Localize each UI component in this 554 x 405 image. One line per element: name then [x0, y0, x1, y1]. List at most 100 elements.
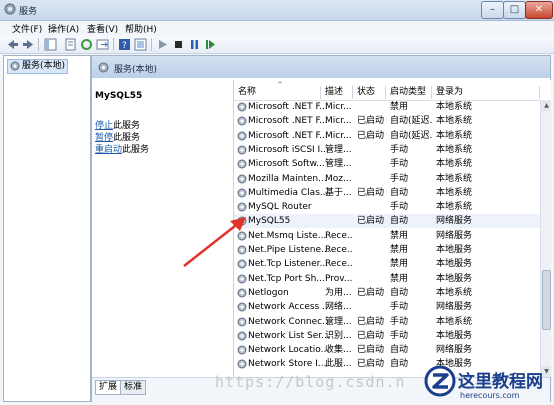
service-row[interactable]: MySQL55 已启动 自动 网络服务 [234, 214, 551, 229]
column-header-status[interactable]: 状态 [353, 86, 386, 99]
service-name-cell: Netlogon [248, 287, 289, 298]
service-row[interactable]: Microsoft .NET F... Micr... 禁用 本地系统 [234, 100, 551, 114]
service-desc-cell: Micr... [325, 102, 352, 112]
logo-title: 这里教程网 [458, 372, 543, 392]
menu-view[interactable]: 查看(V) [87, 22, 118, 35]
service-name-cell: Network Locatio... [248, 345, 330, 356]
logo-domain: herecours.com [460, 391, 520, 400]
service-startup-cell: 禁用 [390, 230, 409, 241]
properties-icon[interactable] [64, 38, 77, 51]
service-row[interactable]: Network List Ser... 识别... 已启动 手动 本地服务 [234, 329, 551, 343]
scrollbar-thumb[interactable] [542, 270, 551, 330]
service-logon-cell: 本地服务 [436, 330, 473, 341]
service-logon-cell: 本地服务 [436, 245, 473, 255]
service-desc-cell: Rece... [325, 245, 353, 255]
service-status-cell: 已启动 [357, 330, 385, 341]
vertical-scrollbar[interactable]: ▲ ▼ [540, 100, 551, 377]
column-header-description[interactable]: 描述 [321, 86, 353, 99]
service-desc-cell: 收集... [325, 345, 352, 356]
tree-item-services-local[interactable]: 服务(本地) [7, 59, 69, 74]
scroll-up-icon[interactable]: ▲ [541, 100, 551, 111]
service-row[interactable]: Netlogon 为用... 已启动 自动 本地系统 [234, 286, 551, 300]
service-status-cell: 已启动 [357, 216, 385, 227]
service-name-cell: Microsoft .NET F... [248, 116, 328, 127]
service-row[interactable]: Microsoft iSCSI I... 管理... 手动 本地系统 [234, 143, 551, 157]
service-row[interactable]: Microsoft .NET F...Micr... 已启动自动(延迟... 本地系… [234, 129, 551, 143]
service-status-cell [357, 243, 386, 257]
service-row[interactable]: Microsoft Softw... 管理... 手动 本地系统 [234, 157, 551, 171]
service-status-cell: 已启动 [357, 116, 385, 127]
service-startup-cell: 手动 [390, 159, 409, 170]
service-startup-cell: 自动 [390, 187, 409, 198]
tree-item-label: 服务(本地) [22, 61, 66, 71]
toolbar: ? [0, 36, 554, 54]
maximize-button[interactable]: □ [503, 1, 526, 19]
service-logon-cell: 本地系统 [436, 144, 473, 155]
window-title: 服务 [19, 7, 38, 17]
tab-standard[interactable]: 标准 [120, 380, 147, 395]
back-icon[interactable] [6, 38, 19, 51]
service-row[interactable]: Net.Tcp Listener... Rece... 禁用 本地服务 [234, 257, 551, 271]
site-logo: 这里教程网 herecours.com [422, 363, 554, 405]
service-logon-cell: 本地系统 [436, 202, 473, 213]
service-row[interactable]: Net.Tcp Port Sh... Prov... 禁用 本地服务 [234, 272, 551, 286]
service-desc-cell: Rece... [325, 230, 353, 241]
stop-service-icon[interactable] [172, 38, 185, 51]
service-row[interactable]: Network Access ... 网络... 手动 网络服务 [234, 300, 551, 314]
service-desc-cell: 管理... [325, 159, 352, 170]
service-name-cell: Microsoft .NET F... [248, 130, 328, 141]
service-row[interactable]: Net.Msmq Liste... Rece... 禁用 网络服务 [234, 229, 551, 243]
column-header-startup-type[interactable]: 启动类型 [386, 86, 432, 99]
menu-action[interactable]: 操作(A) [48, 22, 79, 35]
service-status-cell [357, 157, 386, 171]
service-row[interactable]: MySQL Router 手动 本地系统 [234, 200, 551, 214]
console-tree-icon[interactable] [44, 38, 57, 51]
service-row[interactable]: Net.Pipe Listene... Rece... 禁用 本地服务 [234, 243, 551, 257]
gear-icon [98, 62, 109, 73]
menu-help[interactable]: 帮助(H) [125, 22, 157, 35]
service-startup-cell: 手动 [390, 202, 409, 213]
service-status-cell: 已启动 [357, 287, 385, 298]
service-logon-cell: 网络服务 [436, 302, 473, 313]
main-pane: 服务(本地) MySQL55 停止此服务 暂停此服务 重启动此服务 名称 ^ 描… [91, 55, 551, 402]
service-desc-cell: 为用... [325, 287, 352, 298]
service-status-cell [357, 257, 386, 271]
service-row[interactable]: Mozilla Mainten... Moz... 手动 本地系统 [234, 172, 551, 186]
minimize-button[interactable]: – [481, 1, 504, 19]
sort-ascending-icon: ^ [277, 81, 283, 89]
service-row[interactable]: Network Connec... 管理... 已启动 手动 本地系统 [234, 315, 551, 329]
service-desc-cell: 管理... [325, 144, 352, 155]
selected-service-title: MySQL55 [95, 91, 143, 101]
tab-extended[interactable]: 扩展 [95, 380, 122, 395]
annotation-arrow [183, 217, 246, 267]
maximize-icon: □ [509, 4, 520, 15]
restart-service-icon[interactable] [204, 38, 217, 51]
service-name-cell: Microsoft Softw... [248, 159, 325, 170]
service-desc-cell: 基于... [325, 187, 352, 198]
pause-service-icon[interactable] [188, 38, 201, 51]
menu-file[interactable]: 文件(F) [12, 22, 42, 35]
export-list-icon[interactable] [96, 38, 109, 51]
service-row[interactable]: Microsoft .NET F...Micr... 已启动自动(延迟... 本地系… [234, 114, 551, 128]
help-icon[interactable]: ? [118, 38, 131, 51]
service-logon-cell: 本地系统 [436, 102, 473, 112]
service-startup-cell: 手动 [390, 144, 409, 155]
column-header-logon-as[interactable]: 登录为 [432, 86, 540, 99]
service-startup-cell: 自动(延迟... [390, 116, 432, 127]
close-button[interactable]: ✕ [525, 1, 553, 19]
service-startup-cell: 自动 [390, 345, 409, 356]
restart-link[interactable]: 重启动 [95, 145, 122, 155]
service-status-cell [357, 100, 386, 114]
service-row[interactable]: Multimedia Clas... 基于... 已启动 自动 本地系统 [234, 186, 551, 200]
service-logon-cell: 网络服务 [436, 216, 473, 227]
forward-icon[interactable] [22, 38, 35, 51]
close-icon: ✕ [534, 4, 544, 15]
service-row[interactable]: Network Locatio... 收集... 已启动 自动 网络服务 [234, 343, 551, 357]
refresh-icon[interactable] [80, 38, 93, 51]
start-service-icon[interactable] [156, 38, 169, 51]
service-logon-cell: 本地系统 [436, 287, 473, 298]
service-status-cell: 已启动 [357, 187, 385, 198]
view-icon[interactable] [134, 38, 147, 51]
minimize-icon: – [490, 4, 495, 15]
service-desc-cell [325, 200, 353, 214]
